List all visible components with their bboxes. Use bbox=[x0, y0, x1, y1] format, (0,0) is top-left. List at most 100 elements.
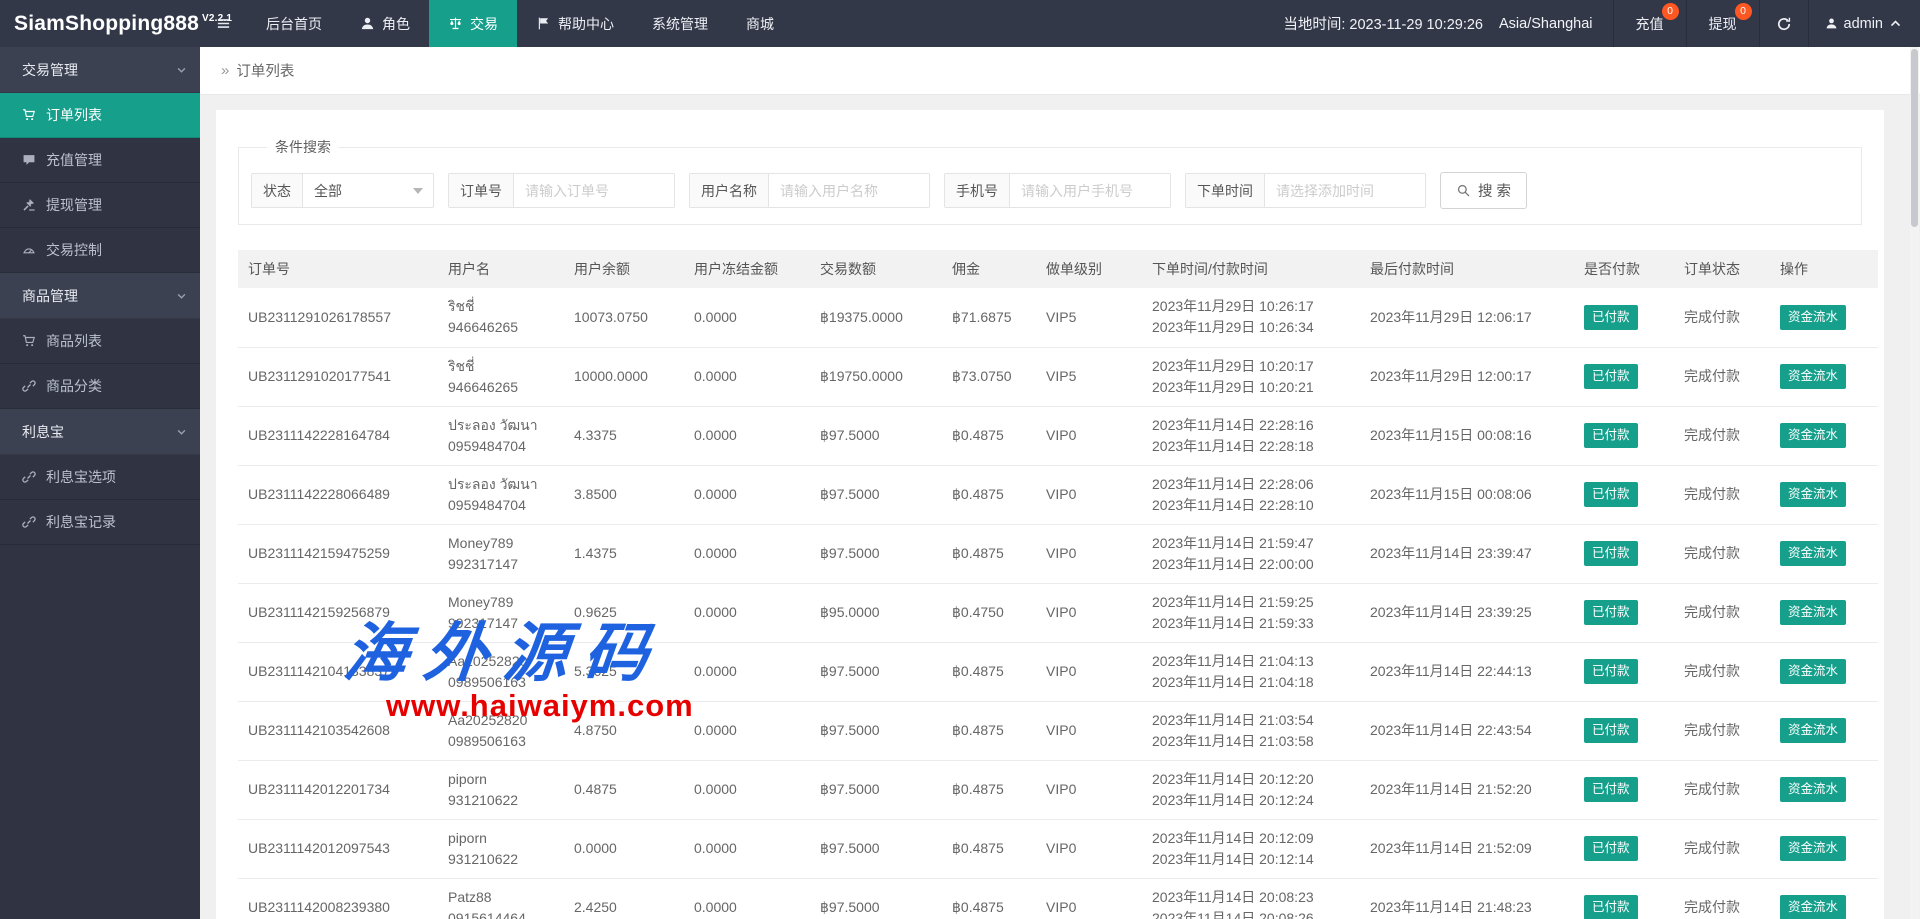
link-icon bbox=[22, 379, 36, 393]
scrollbar-thumb[interactable] bbox=[1911, 49, 1918, 227]
pay-time: 2023年11月14日 20:08:26 bbox=[1152, 908, 1350, 919]
search-button[interactable]: 搜 索 bbox=[1440, 172, 1527, 209]
status-select[interactable]: 全部 bbox=[303, 174, 433, 207]
fund-flow-button[interactable]: 资金流水 bbox=[1780, 895, 1846, 919]
frozen-cell: 0.0000 bbox=[684, 760, 810, 819]
nav-item-3[interactable]: 交易 bbox=[429, 0, 517, 47]
table-row: UB2311142008239380Patz8809156144642.4250… bbox=[238, 878, 1878, 919]
search-button-label: 搜 索 bbox=[1478, 180, 1511, 201]
frozen-cell: 0.0000 bbox=[684, 878, 810, 919]
user-account: 0989506163 bbox=[448, 672, 554, 693]
quick-link-1[interactable]: 充值0 bbox=[1613, 0, 1686, 47]
order-time-cell: 2023年11月29日 10:26:172023年11月29日 10:26:34 bbox=[1142, 288, 1360, 347]
order-no-label: 订单号 bbox=[449, 174, 514, 207]
sidebar-item-label: 订单列表 bbox=[46, 105, 102, 125]
amount-cell: ฿19750.0000 bbox=[810, 347, 942, 406]
nav-item-1[interactable]: 后台首页 bbox=[247, 0, 341, 47]
sidebar-item-5[interactable]: 交易控制 bbox=[0, 228, 200, 273]
sidebar-group-6[interactable]: 商品管理 bbox=[0, 273, 200, 319]
column-header: 用户冻结金额 bbox=[684, 250, 810, 288]
fund-flow-button[interactable]: 资金流水 bbox=[1780, 600, 1846, 625]
amount-cell: ฿97.5000 bbox=[810, 642, 942, 701]
pay-time: 2023年11月14日 21:04:18 bbox=[1152, 672, 1350, 693]
sidebar-item-8[interactable]: 商品分类 bbox=[0, 364, 200, 409]
user-cell: Aa202528200989506163 bbox=[438, 642, 564, 701]
commission-cell: ฿0.4875 bbox=[942, 760, 1036, 819]
order-no-cell: UB2311142103542608 bbox=[238, 701, 438, 760]
order-no-cell: UB2311142008239380 bbox=[238, 878, 438, 919]
fund-flow-button[interactable]: 资金流水 bbox=[1780, 777, 1846, 802]
user-name: Patz88 bbox=[448, 887, 554, 908]
balance-cell: 0.4875 bbox=[564, 760, 684, 819]
page-scrollbar[interactable] bbox=[1910, 47, 1919, 919]
fund-flow-button[interactable]: 资金流水 bbox=[1780, 718, 1846, 743]
pay-time: 2023年11月14日 22:28:10 bbox=[1152, 495, 1350, 516]
phone-input[interactable] bbox=[1010, 174, 1170, 207]
table-row: UB2311142159475259Money7899923171471.437… bbox=[238, 524, 1878, 583]
user-cell: Money789992317147 bbox=[438, 583, 564, 642]
order-no-cell: UB2311142159256879 bbox=[238, 583, 438, 642]
last-pay-time-cell: 2023年11月14日 21:48:23 bbox=[1360, 878, 1574, 919]
order-time-cell: 2023年11月14日 20:08:232023年11月14日 20:08:26 bbox=[1142, 878, 1360, 919]
admin-username: admin bbox=[1844, 16, 1884, 32]
sidebar-item-4[interactable]: 提现管理 bbox=[0, 183, 200, 228]
admin-menu[interactable]: admin bbox=[1808, 0, 1920, 47]
action-cell: 资金流水 bbox=[1770, 760, 1878, 819]
sidebar-item-7[interactable]: 商品列表 bbox=[0, 319, 200, 364]
nav-item-label: 交易 bbox=[470, 14, 498, 34]
nav-item-2[interactable]: 角色 bbox=[341, 0, 429, 47]
fund-flow-button[interactable]: 资金流水 bbox=[1780, 482, 1846, 507]
column-header: 最后付款时间 bbox=[1360, 250, 1574, 288]
order-time-input[interactable] bbox=[1265, 174, 1425, 207]
sidebar-group-1[interactable]: 交易管理 bbox=[0, 47, 200, 93]
balance-cell: 10073.0750 bbox=[564, 288, 684, 347]
order-time-cell: 2023年11月14日 21:04:132023年11月14日 21:04:18 bbox=[1142, 642, 1360, 701]
user-name: piporn bbox=[448, 769, 554, 790]
action-cell: 资金流水 bbox=[1770, 347, 1878, 406]
quick-link-2[interactable]: 提现0 bbox=[1686, 0, 1759, 47]
order-status-cell: 完成付款 bbox=[1674, 760, 1770, 819]
hamburger-icon[interactable] bbox=[200, 0, 247, 47]
user-account: 0959484704 bbox=[448, 495, 554, 516]
fund-flow-button[interactable]: 资金流水 bbox=[1780, 423, 1846, 448]
link-icon bbox=[22, 515, 36, 529]
refresh-icon[interactable] bbox=[1759, 0, 1808, 47]
gauge-icon bbox=[22, 243, 36, 257]
phone-filter: 手机号 bbox=[944, 173, 1171, 208]
paid-status-badge: 已付款 bbox=[1584, 482, 1638, 507]
balance-cell: 10000.0000 bbox=[564, 347, 684, 406]
order-time: 2023年11月14日 20:12:20 bbox=[1152, 769, 1350, 790]
balance-cell: 0.9625 bbox=[564, 583, 684, 642]
fund-flow-button[interactable]: 资金流水 bbox=[1780, 541, 1846, 566]
nav-item-label: 商城 bbox=[746, 14, 774, 34]
fund-flow-button[interactable]: 资金流水 bbox=[1780, 364, 1846, 389]
fund-flow-button[interactable]: 资金流水 bbox=[1780, 836, 1846, 861]
order-status-cell: 完成付款 bbox=[1674, 878, 1770, 919]
order-status-cell: 完成付款 bbox=[1674, 465, 1770, 524]
sidebar-group-9[interactable]: 利息宝 bbox=[0, 409, 200, 455]
nav-item-6[interactable]: 商城 bbox=[727, 0, 793, 47]
sidebar-item-11[interactable]: 利息宝记录 bbox=[0, 500, 200, 545]
commission-cell: ฿73.0750 bbox=[942, 347, 1036, 406]
paid-status-badge: 已付款 bbox=[1584, 305, 1638, 330]
nav-item-5[interactable]: 系统管理 bbox=[633, 0, 727, 47]
table-header: 订单号用户名用户余额用户冻结金额交易数额佣金做单级别下单时间/付款时间最后付款时… bbox=[238, 250, 1878, 288]
sidebar-item-3[interactable]: 充值管理 bbox=[0, 138, 200, 183]
table-row: UB2311142159256879Money7899923171470.962… bbox=[238, 583, 1878, 642]
sidebar-item-10[interactable]: 利息宝选项 bbox=[0, 455, 200, 500]
order-time: 2023年11月14日 21:04:13 bbox=[1152, 651, 1350, 672]
navbar-right: 当地时间: 2023-11-29 10:29:26 Asia/Shanghai … bbox=[1263, 0, 1920, 47]
fund-flow-button[interactable]: 资金流水 bbox=[1780, 659, 1846, 684]
order-no-input[interactable] bbox=[514, 174, 674, 207]
sidebar-group-label: 交易管理 bbox=[22, 60, 78, 80]
nav-item-label: 帮助中心 bbox=[558, 14, 614, 34]
nav-item-4[interactable]: 帮助中心 bbox=[517, 0, 633, 47]
user-name-label: 用户名称 bbox=[690, 174, 769, 207]
table-row: UB2311291026178557ริชชี่94664626510073.0… bbox=[238, 288, 1878, 347]
table-row: UB2311142228066489ประลอง วัฒนา0959484704… bbox=[238, 465, 1878, 524]
user-account: 946646265 bbox=[448, 317, 554, 338]
sidebar-item-2[interactable]: 订单列表 bbox=[0, 93, 200, 138]
order-no-cell: UB2311142012201734 bbox=[238, 760, 438, 819]
user-name-input[interactable] bbox=[769, 174, 929, 207]
fund-flow-button[interactable]: 资金流水 bbox=[1780, 305, 1846, 330]
